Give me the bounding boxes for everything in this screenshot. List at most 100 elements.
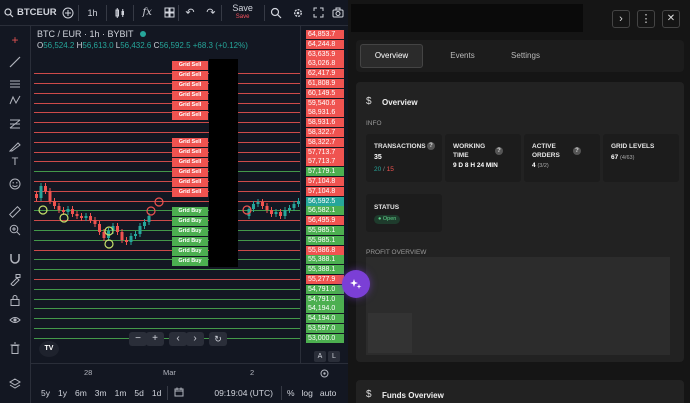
- zoom-in-button[interactable]: +: [146, 332, 164, 346]
- interval-button[interactable]: 1h: [79, 0, 107, 26]
- go-to-realtime-button[interactable]: [320, 369, 329, 380]
- trade-marker: [154, 197, 164, 207]
- overview-title: Overview: [382, 98, 418, 107]
- undo-button[interactable]: ↶: [179, 0, 201, 26]
- range-5d[interactable]: 5d: [134, 388, 143, 398]
- grid-sell-box[interactable]: Grid Sell: [172, 81, 208, 90]
- object-tree-tool[interactable]: [5, 376, 25, 392]
- candle-body: [35, 194, 38, 198]
- measure-tool[interactable]: [5, 204, 25, 220]
- date-range-button[interactable]: [174, 387, 184, 399]
- range-1d[interactable]: 1d: [152, 388, 161, 398]
- zoom-tool[interactable]: [5, 222, 25, 238]
- bar-style-button[interactable]: [107, 0, 133, 26]
- auto-button[interactable]: auto: [320, 388, 337, 398]
- ai-assistant-button[interactable]: [342, 270, 370, 298]
- range-1y[interactable]: 1y: [58, 388, 67, 398]
- range-1m[interactable]: 1m: [115, 388, 127, 398]
- grid-sell-box[interactable]: Grid Sell: [172, 158, 208, 167]
- horizontal-line-tool[interactable]: [5, 76, 25, 92]
- grid-sell-box[interactable]: Grid Sell: [172, 61, 208, 70]
- layout-button[interactable]: [160, 0, 178, 26]
- close-button[interactable]: ✕: [662, 10, 680, 28]
- more-button[interactable]: ⋮: [637, 10, 655, 28]
- trendline-tool[interactable]: [5, 54, 25, 70]
- trade-marker: [59, 213, 69, 223]
- camera-icon: [332, 7, 344, 18]
- tab-events[interactable]: Events: [431, 44, 494, 68]
- grid-buy-box[interactable]: Grid Buy: [172, 227, 208, 236]
- zoom-out-button[interactable]: −: [129, 332, 147, 346]
- lock-tool[interactable]: [5, 292, 25, 308]
- range-bar: 5y 1y 6m 3m 1m 5d 1d 09:19:04 (UTC) % lo…: [31, 382, 348, 403]
- log-button[interactable]: log: [302, 388, 313, 398]
- grid-buy-box[interactable]: Grid Buy: [172, 237, 208, 246]
- help-icon[interactable]: ?: [495, 147, 503, 155]
- tab-overview[interactable]: Overview: [360, 44, 423, 68]
- emoji-tool[interactable]: [5, 176, 25, 192]
- compare-button[interactable]: [58, 0, 78, 26]
- price-label: 63,026.8: [306, 59, 344, 69]
- divider: [167, 386, 169, 400]
- timezone-clock[interactable]: 09:19:04 (UTC): [214, 388, 273, 398]
- grid-sell-box[interactable]: Grid Sell: [172, 111, 208, 120]
- grid-sell-box[interactable]: Grid Sell: [172, 188, 208, 197]
- grid-sell-box[interactable]: Grid Sell: [172, 168, 208, 177]
- grid-sell-box[interactable]: Grid Sell: [172, 71, 208, 80]
- fullscreen-button[interactable]: [308, 0, 328, 26]
- quick-search-button[interactable]: [265, 0, 289, 26]
- log-scale-button[interactable]: L: [328, 351, 340, 362]
- reset-icon: ↻: [214, 334, 222, 344]
- lock-drawings-tool[interactable]: [5, 272, 25, 288]
- candle-body: [71, 209, 74, 214]
- grid-sell-box[interactable]: Grid Sell: [172, 138, 208, 147]
- fib-tool[interactable]: [5, 116, 25, 132]
- grid-sell-box[interactable]: Grid Sell: [172, 148, 208, 157]
- price-axis[interactable]: 64,853.7 64,244.8 63,635.9 63,026.8 62,417.9…: [300, 26, 348, 363]
- save-button[interactable]: Save Save: [222, 0, 264, 26]
- brush-icon: [9, 142, 21, 152]
- drawing-toolbar: + T: [0, 26, 31, 403]
- grid-buy-box[interactable]: Grid Buy: [172, 207, 208, 216]
- price-label: 56,592.5: [306, 196, 344, 206]
- range-3m[interactable]: 3m: [95, 388, 107, 398]
- grid-buy-box[interactable]: Grid Buy: [172, 217, 208, 226]
- price-label: 58,322.7: [306, 128, 344, 137]
- auto-scale-button[interactable]: A: [314, 351, 326, 362]
- help-icon[interactable]: ?: [573, 147, 581, 155]
- expand-button[interactable]: ›: [612, 10, 630, 28]
- crosshair-tool[interactable]: +: [5, 32, 25, 48]
- chart-pane[interactable]: Grid Sell Grid Sell Grid Sell Grid Sell Grid…: [31, 26, 300, 363]
- range-6m[interactable]: 6m: [75, 388, 87, 398]
- layers-icon: [9, 378, 21, 389]
- grid-buy-box[interactable]: Grid Buy: [172, 247, 208, 256]
- pattern-tool[interactable]: [5, 92, 25, 108]
- magnet-icon: [10, 254, 20, 264]
- scroll-right-button[interactable]: ›: [186, 332, 204, 346]
- visibility-tool[interactable]: [5, 312, 25, 328]
- text-tool[interactable]: T: [5, 154, 25, 170]
- price-label: 58,931.6: [306, 108, 344, 118]
- grid-sell-box[interactable]: Grid Sell: [172, 178, 208, 187]
- help-icon[interactable]: ?: [427, 142, 435, 150]
- settings-button[interactable]: [288, 0, 308, 26]
- range-5y[interactable]: 5y: [41, 388, 50, 398]
- grid-sell-box[interactable]: Grid Sell: [172, 101, 208, 110]
- indicators-button[interactable]: fx: [134, 0, 160, 26]
- grid-buy-box[interactable]: Grid Buy: [172, 257, 208, 266]
- gear-icon: [294, 8, 303, 17]
- candle-body: [93, 220, 97, 224]
- redo-button[interactable]: ↷: [201, 0, 221, 26]
- reset-chart-button[interactable]: ↻: [209, 332, 227, 346]
- brush-tool[interactable]: [5, 138, 25, 154]
- grid-sell-box[interactable]: Grid Sell: [172, 91, 208, 100]
- percent-scale-button[interactable]: %: [287, 388, 295, 398]
- snapshot-button[interactable]: [328, 0, 348, 26]
- delete-drawings-tool[interactable]: [5, 340, 25, 356]
- tradingview-logo[interactable]: TV: [39, 341, 59, 357]
- symbol-search[interactable]: BTCEUR: [0, 0, 58, 26]
- tab-settings[interactable]: Settings: [494, 44, 557, 68]
- undo-icon: ↶: [185, 7, 195, 19]
- magnet-tool[interactable]: [5, 250, 25, 266]
- scroll-left-button[interactable]: ‹: [169, 332, 187, 346]
